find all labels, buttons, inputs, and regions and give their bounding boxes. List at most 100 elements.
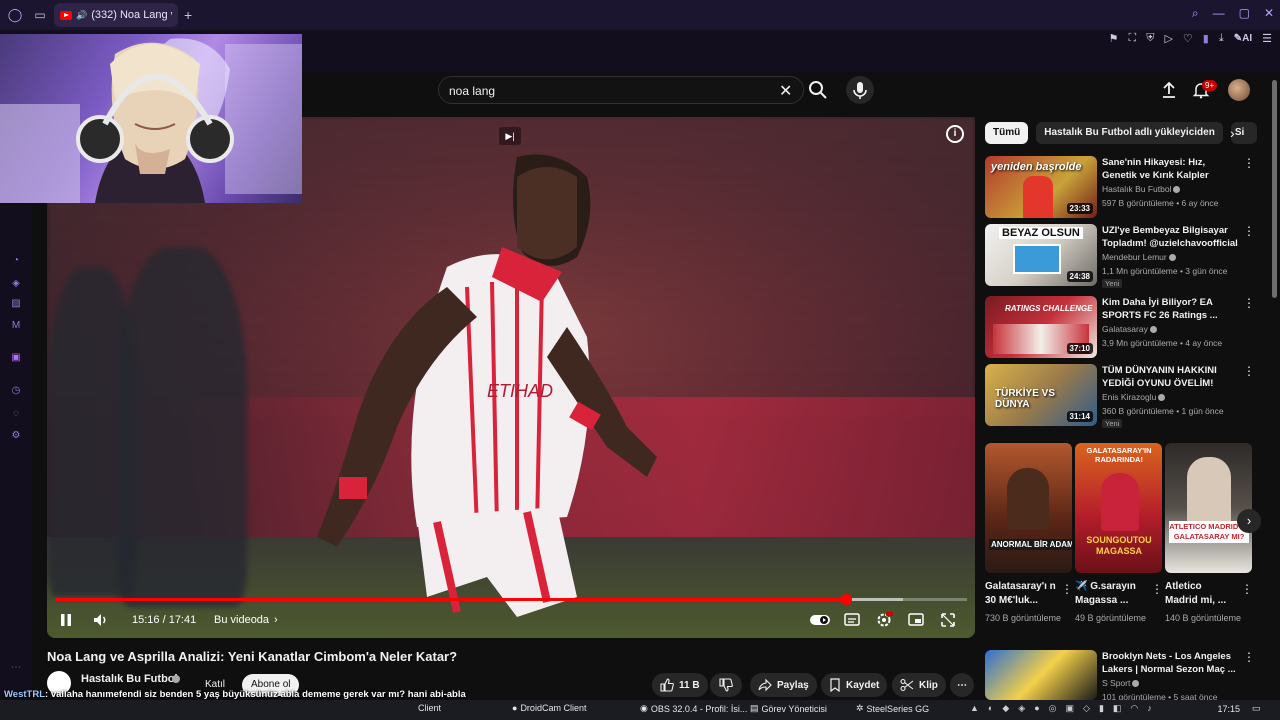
taskbar-clock[interactable]: 17:15 [1217,704,1240,714]
tray-icon[interactable]: ◈ [1018,703,1025,714]
more-vert-icon[interactable]: ⋮ [1243,364,1255,378]
rec-channel[interactable]: Enis Kirazoglu [1102,392,1166,402]
rec-channel[interactable]: Galatasaray [1102,324,1157,334]
autoplay-toggle[interactable] [809,610,831,630]
twitch-icon[interactable]: ▣ [10,352,22,364]
like-button[interactable]: 11 B [652,673,708,697]
rec-channel[interactable]: S Sport [1102,678,1140,688]
play-icon[interactable]: ▷ [1164,32,1172,45]
more-vert-icon[interactable]: ⋮ [1241,582,1253,596]
close-window-icon[interactable]: ✕ [1264,6,1274,21]
taskbar-item[interactable]: ✲ SteelSeries GG [856,703,929,714]
short-title[interactable]: ✈️ G.sarayın Magassa ... [1075,580,1147,608]
fullscreen-button[interactable] [940,610,956,630]
rec-title[interactable]: Brooklyn Nets - Los Angeles Lakers | Nor… [1102,650,1242,676]
shorts-next-icon[interactable]: › [1237,509,1261,533]
save-button[interactable]: Kaydet [821,673,888,697]
tray-icon[interactable]: ◎ [1049,703,1057,714]
miniplayer-button[interactable] [908,610,924,630]
rec-title[interactable]: Kim Daha İyi Biliyor? EA SPORTS FC 26 Ra… [1102,296,1242,322]
aria-icon[interactable]: ◔ [10,255,22,267]
rec-channel[interactable]: Hastalık Bu Futbol [1102,184,1181,194]
chip-all[interactable]: Tümü [985,122,1029,144]
taskbar-item[interactable]: ▤ Görev Yöneticisi [750,703,827,714]
thumbnail[interactable]: RATINGS CHALLENGE 37:10 [985,296,1097,358]
more-vert-icon[interactable]: ⋮ [1061,582,1073,596]
short-title[interactable]: Galatasaray'ı n 30 M€'luk... [985,580,1057,608]
browser-tab-youtube[interactable]: 🔊 (332) Noa Lang ve Asp [54,3,178,27]
search-box[interactable]: noa lang ✕ [438,76,804,104]
taskbar-item[interactable]: ● DroidCam Client [512,703,586,713]
tray-icon[interactable]: ▣ [1066,703,1075,714]
tray-icon[interactable]: ◇ [1083,703,1090,714]
subtitles-button[interactable] [844,610,860,630]
messenger-icon[interactable]: M [10,320,22,332]
short-item[interactable]: ANORMAL BİR ADAM Galatasaray'ı n 30 M€'l… [985,443,1073,625]
more-sidebar-icon[interactable]: ⋯ [10,662,22,674]
more-vert-icon[interactable]: ⋮ [1243,156,1255,170]
account-avatar[interactable] [1228,79,1250,101]
taskbar-item[interactable]: ◉ OBS 32.0.4 - Profil: İsi... [640,703,747,714]
recommendation-item[interactable]: yeniden başrolde 23:33 Sane'nin Hikayesi… [985,156,1265,220]
page-scrollbar[interactable] [1272,80,1277,298]
more-vert-icon[interactable]: ⋮ [1243,224,1255,238]
search-input[interactable]: noa lang [449,84,495,98]
dislike-button[interactable] [710,673,742,697]
chips-next-icon[interactable]: › [1230,125,1235,141]
recommendation-item[interactable]: TÜRKİYE VS DÜNYA 31:14 TÜM DÜNYANIN HAKK… [985,364,1265,432]
tray-icon[interactable]: ● [1034,703,1039,714]
download-icon[interactable]: ⤓ [1219,32,1224,45]
clear-search-icon[interactable]: ✕ [779,81,792,101]
short-item[interactable]: GALATASARAY'IN RADARINDA! SOUNGOUTOU MAG… [1075,443,1163,625]
taskbar-item[interactable]: Client [418,703,441,713]
minimize-icon[interactable]: — [1213,6,1225,21]
chip-uploader[interactable]: Hastalık Bu Futbol adlı yükleyiciden [1036,122,1223,144]
search-tabs-icon[interactable]: ⌕ [1192,6,1199,21]
rec-title[interactable]: UZI'ye Bembeyaz Bilgisayar Topladım! @uz… [1102,224,1242,250]
channel-name[interactable]: Hastalık Bu Futbol [81,673,178,685]
tab-manager-icon[interactable]: ▭ [26,8,54,22]
whatsapp-icon[interactable]: ◌ [10,408,22,420]
more-vert-icon[interactable]: ⋮ [1243,650,1255,664]
flow-icon[interactable]: ▨ [10,298,22,310]
pause-button[interactable] [59,610,77,630]
more-vert-icon[interactable]: ⋮ [1243,296,1255,310]
thumbnail[interactable]: TÜRKİYE VS DÜNYA 31:14 [985,364,1097,426]
volume-tray-icon[interactable]: ♪ [1147,703,1152,714]
shield-icon[interactable]: ⛨ [1146,32,1154,45]
search-button[interactable] [806,78,830,102]
more-vert-icon[interactable]: ⋮ [1151,582,1163,596]
recommendation-item[interactable]: RATINGS CHALLENGE 37:10 Kim Daha İyi Bil… [985,296,1265,360]
volume-button[interactable] [93,610,111,630]
short-thumbnail[interactable]: ANORMAL BİR ADAM [985,443,1072,573]
create-button[interactable] [1160,81,1178,104]
tray-icon[interactable]: ▲ [970,703,979,714]
bookmark-icon[interactable]: ⚑ [1109,32,1119,45]
chapter-button[interactable]: Bu videoda › [214,610,278,630]
short-title[interactable]: Atletico Madrid mi, ... [1165,580,1237,608]
scrubber-handle[interactable] [840,594,852,605]
speaker-icon[interactable]: 🔊 [76,10,87,21]
progress-bar[interactable] [55,594,967,605]
rec-title[interactable]: TÜM DÜNYANIN HAKKINI YEDİĞİ OYUNU ÖVELİM… [1102,364,1242,390]
short-thumbnail[interactable]: GALATASARAY'IN RADARINDA! SOUNGOUTOU MAG… [1075,443,1162,573]
share-button[interactable]: Paylaş [750,673,817,697]
thumbnail[interactable]: yeniden başrolde 23:33 [985,156,1097,218]
crypto-icon[interactable]: ◈ [10,278,22,290]
wallet-icon[interactable]: ▮ [1203,32,1209,45]
settings-button[interactable] [875,610,893,630]
recommendation-item[interactable]: Brooklyn Nets - Los Angeles Lakers | Nor… [985,650,1265,702]
voice-search-button[interactable] [846,76,874,104]
wifi-icon[interactable]: ◠ [1130,703,1138,714]
recommendation-item[interactable]: BEYAZ OLSUN 24:38 UZI'ye Bembeyaz Bilgis… [985,224,1265,292]
notifications-tray-icon[interactable]: ▭ [1252,703,1261,714]
tray-icon[interactable]: ▮ [1099,703,1104,714]
snapshot-icon[interactable]: ⛶ [1129,32,1137,45]
thumbnail[interactable]: BEYAZ OLSUN 24:38 [985,224,1097,286]
thumbnail[interactable] [985,650,1097,700]
tray-icon[interactable]: ◆ [1002,703,1009,714]
opera-logo-icon[interactable]: ◯ [4,4,26,26]
history-icon[interactable]: ◷ [10,385,22,397]
short-item[interactable]: ATLETICO MADRID MI GALATASARAY MI? Atlet… [1165,443,1253,625]
settings-icon[interactable]: ⚙ [10,430,22,442]
